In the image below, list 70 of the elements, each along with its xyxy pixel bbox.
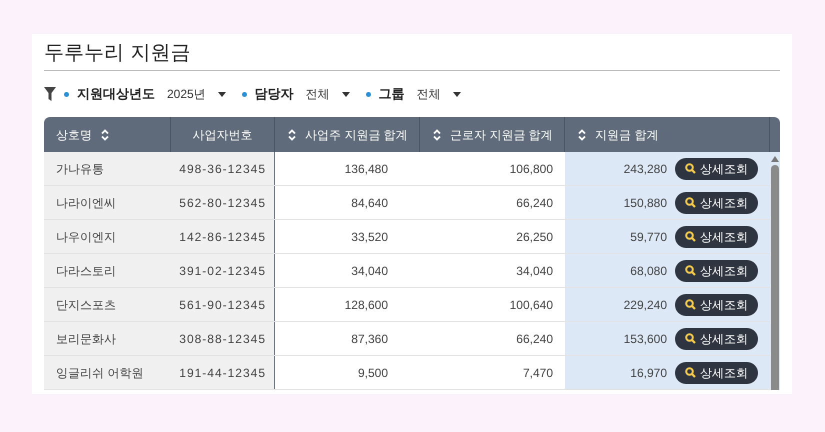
sort-icon[interactable] <box>577 128 587 142</box>
sort-icon[interactable] <box>287 128 297 142</box>
table-cell-text: 보리문화사 <box>56 330 116 348</box>
search-icon <box>685 231 696 242</box>
filter-label: 담당자 <box>254 85 294 104</box>
search-icon <box>685 299 696 310</box>
bullet-icon <box>366 92 371 96</box>
table-cell-text: 191-44-12345 <box>179 364 266 382</box>
page-title: 두루누리 지원금 <box>44 38 780 71</box>
search-icon <box>685 265 696 276</box>
filter-icon[interactable] <box>44 87 56 101</box>
table-cell-text: 나라이엔씨 <box>56 194 116 212</box>
table-cell-text: 100,640 <box>510 296 553 314</box>
table-cell-text: 26,250 <box>516 228 553 246</box>
scrollbar-thumb[interactable] <box>771 165 779 390</box>
table-cell-text: 498-36-12345 <box>179 160 266 178</box>
table-cell-text: 308-88-12345 <box>179 330 266 348</box>
filter-label: 지원대상년도 <box>77 85 155 104</box>
detail-button[interactable]: 상세조회 <box>675 158 758 180</box>
table-cell-text: 142-86-12345 <box>179 228 266 246</box>
table-cell-text: 229,240 <box>624 296 667 314</box>
search-icon <box>685 163 696 174</box>
detail-button[interactable]: 상세조회 <box>675 260 758 282</box>
search-icon <box>685 333 696 344</box>
table-cell-text: 87,360 <box>351 330 388 348</box>
detail-button[interactable]: 상세조회 <box>675 362 758 384</box>
table-cell-text: 다라스토리 <box>56 262 116 280</box>
table-cell-text: 68,080 <box>630 262 667 280</box>
table-cell-text: 84,640 <box>351 194 388 212</box>
table-cell-text: 561-90-12345 <box>179 296 266 314</box>
table-cell-text: 단지스포츠 <box>56 296 116 314</box>
search-icon <box>685 197 696 208</box>
filter-dropdown[interactable]: 전체 <box>302 85 354 103</box>
search-icon <box>685 367 696 378</box>
table-cell-text: 66,240 <box>516 330 553 348</box>
table-cell-text: 106,800 <box>510 160 553 178</box>
detail-button[interactable]: 상세조회 <box>675 192 758 214</box>
table-cell-text: 153,600 <box>624 330 667 348</box>
table-cell-text: 391-02-12345 <box>179 262 266 280</box>
table-cell-text: 59,770 <box>630 228 667 246</box>
detail-button[interactable]: 상세조회 <box>675 294 758 316</box>
table-cell-text: 34,040 <box>516 262 553 280</box>
table-cell-text: 나우이엔지 <box>56 228 116 246</box>
scroll-up-icon[interactable] <box>771 156 779 162</box>
bullet-icon <box>242 92 247 96</box>
caret-icon <box>452 92 461 96</box>
table-cell-text: 66,240 <box>516 194 553 212</box>
table-cell-text: 33,520 <box>351 228 388 246</box>
table-cell-text: 7,470 <box>522 364 553 382</box>
table-cell-text: 가나유통 <box>56 160 104 178</box>
table-cell-text: 243,280 <box>624 160 667 178</box>
detail-button[interactable]: 상세조회 <box>675 226 758 248</box>
table-cell-text: 34,040 <box>351 262 388 280</box>
caret-icon <box>342 92 350 96</box>
detail-button[interactable]: 상세조회 <box>675 328 758 350</box>
scrollbar[interactable] <box>770 152 780 390</box>
filter-dropdown[interactable]: 2025년 <box>163 85 230 103</box>
table-cell-text: 150,880 <box>624 194 667 212</box>
table-cell-text: 잉글리쉬 어학원 <box>56 364 144 382</box>
table-cell-text: 136,480 <box>344 160 388 178</box>
caret-icon <box>218 92 226 96</box>
table-cell-text: 9,500 <box>358 364 388 382</box>
table-cell-text: 128,600 <box>344 296 388 314</box>
bullet-icon <box>64 92 69 96</box>
filter-dropdown[interactable]: 전체 <box>412 85 465 103</box>
table-cell-text: 16,970 <box>630 364 667 382</box>
filter-label: 그룹 <box>378 85 405 104</box>
sort-icon[interactable] <box>100 128 110 142</box>
sort-icon[interactable] <box>432 128 442 142</box>
table-cell-text: 562-80-12345 <box>179 194 266 212</box>
